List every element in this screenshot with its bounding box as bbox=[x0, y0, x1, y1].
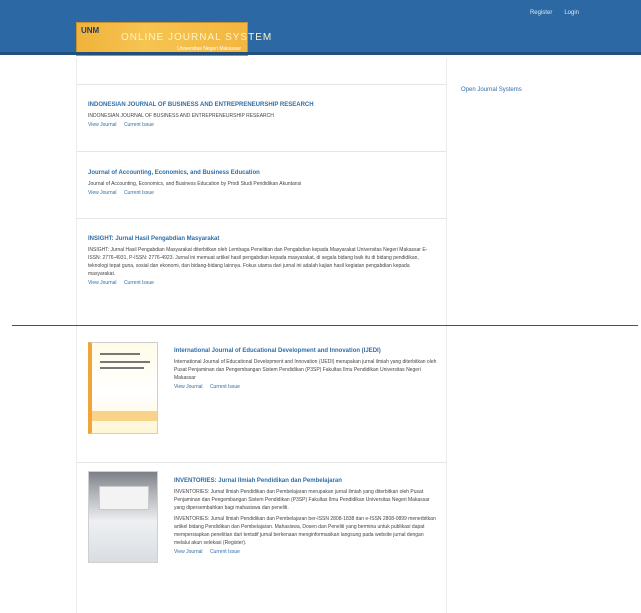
view-journal-link[interactable]: View Journal bbox=[88, 122, 117, 128]
journal-title[interactable]: INVENTORIES: Jurnal Ilmiah Pendidikan da… bbox=[174, 478, 437, 484]
separator bbox=[76, 218, 447, 219]
cover-text-line bbox=[100, 353, 140, 355]
journal-links: View Journal Current Issue bbox=[88, 280, 435, 286]
journal-description-2: INVENTORIES: Jurnal Ilmiah Pendidikan da… bbox=[174, 516, 436, 546]
logo-title: ONLINE JOURNAL SYSTEM bbox=[121, 32, 273, 43]
journal-entry: INVENTORIES: Jurnal Ilmiah Pendidikan da… bbox=[164, 478, 447, 555]
journal-cover[interactable] bbox=[88, 471, 158, 563]
journal-entry: Journal of Accounting, Economics, and Bu… bbox=[76, 170, 447, 196]
current-issue-link[interactable]: Current Issue bbox=[124, 122, 154, 128]
journal-description: INVENTORIES: Jurnal Ilmiah Pendidikan da… bbox=[174, 489, 430, 511]
view-journal-link[interactable]: View Journal bbox=[174, 549, 203, 555]
logo-badge: UNM bbox=[81, 26, 100, 35]
current-issue-link[interactable]: Current Issue bbox=[210, 384, 240, 390]
journal-entry: INDONESIAN JOURNAL OF BUSINESS AND ENTRE… bbox=[76, 102, 447, 128]
journal-links: View Journal Current Issue bbox=[88, 190, 435, 196]
current-issue-link[interactable]: Current Issue bbox=[210, 549, 240, 555]
top-links: Register Login bbox=[530, 10, 579, 16]
journal-cover[interactable] bbox=[88, 342, 158, 434]
journal-title[interactable]: INDONESIAN JOURNAL OF BUSINESS AND ENTRE… bbox=[88, 102, 435, 108]
journal-description: INDONESIAN JOURNAL OF BUSINESS AND ENTRE… bbox=[88, 113, 274, 119]
cover-stripe bbox=[92, 411, 157, 421]
screenshot-seam-line bbox=[12, 325, 638, 326]
view-journal-link[interactable]: View Journal bbox=[88, 190, 117, 196]
journal-entry: International Journal of Educational Dev… bbox=[164, 348, 447, 390]
view-journal-link[interactable]: View Journal bbox=[88, 280, 117, 286]
journal-description: INSIGHT: Jurnal Hasil Pengabdian Masyara… bbox=[88, 247, 428, 277]
journal-links: View Journal Current Issue bbox=[174, 384, 437, 390]
journal-entry: INSIGHT: Jurnal Hasil Pengabdian Masyara… bbox=[76, 236, 447, 286]
separator bbox=[76, 151, 447, 152]
cover-text-line bbox=[100, 361, 150, 363]
journal-links: View Journal Current Issue bbox=[88, 122, 435, 128]
current-issue-link[interactable]: Current Issue bbox=[124, 280, 154, 286]
header-bar: UNM ONLINE JOURNAL SYSTEM Universitas Ne… bbox=[0, 0, 641, 56]
journal-description: International Journal of Educational Dev… bbox=[174, 359, 437, 381]
journal-title[interactable]: Journal of Accounting, Economics, and Bu… bbox=[88, 170, 435, 176]
view-journal-link[interactable]: View Journal bbox=[174, 384, 203, 390]
cover-title-block bbox=[99, 486, 149, 510]
current-issue-link[interactable]: Current Issue bbox=[124, 190, 154, 196]
register-link[interactable]: Register bbox=[530, 10, 552, 16]
journal-links: View Journal Current Issue bbox=[174, 549, 437, 555]
cover-text-line bbox=[100, 367, 144, 369]
site-logo[interactable]: UNM ONLINE JOURNAL SYSTEM Universitas Ne… bbox=[76, 22, 271, 56]
journal-description: Journal of Accounting, Economics, and Bu… bbox=[88, 181, 302, 187]
journal-title[interactable]: International Journal of Educational Dev… bbox=[174, 348, 437, 354]
separator bbox=[76, 84, 447, 85]
journal-title[interactable]: INSIGHT: Jurnal Hasil Pengabdian Masyara… bbox=[88, 236, 435, 242]
header-stripe bbox=[0, 52, 641, 55]
sidebar-ojs-link[interactable]: Open Journal Systems bbox=[461, 87, 522, 93]
separator bbox=[76, 462, 447, 463]
login-link[interactable]: Login bbox=[564, 10, 579, 16]
